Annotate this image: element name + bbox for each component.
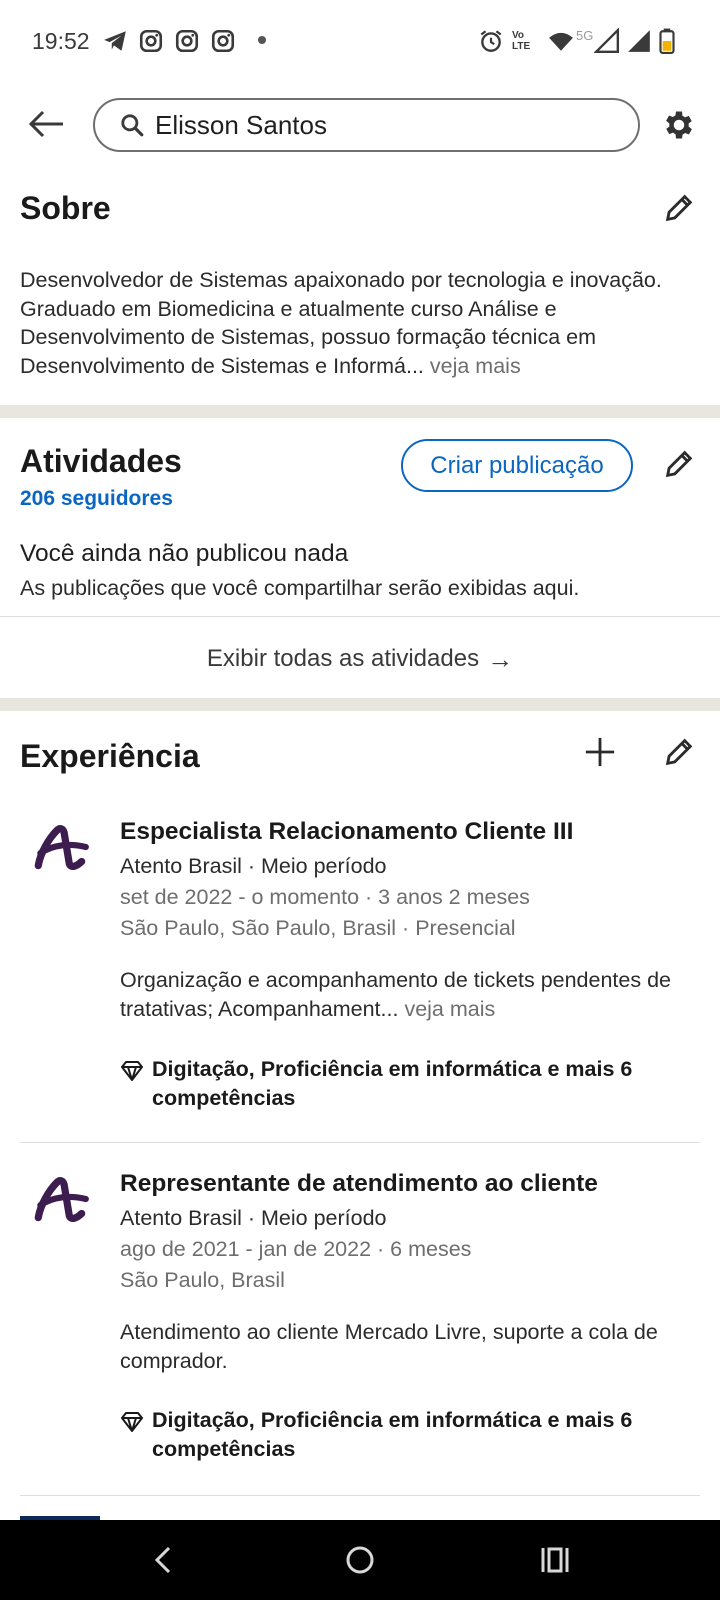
experience-location: São Paulo, São Paulo, Brasil · Presencia… (120, 916, 516, 940)
experience-description: Atendimento ao cliente Mercado Livre, su… (120, 1318, 700, 1375)
alarm-icon (480, 30, 502, 52)
experience-skills[interactable]: Digitação, Proficiência em informática e… (120, 1406, 700, 1463)
divider (20, 1495, 700, 1496)
show-all-activities-button[interactable]: Exibir todas as atividades → (0, 620, 720, 698)
skill-diamond-icon (121, 1412, 143, 1432)
about-body: Desenvolvedor de Sistemas apaixonado por… (20, 268, 662, 379)
show-all-activities-label: Exibir todas as atividades (206, 645, 480, 672)
activities-title: Atividades (20, 443, 182, 479)
section-divider (0, 698, 720, 711)
no-posts-subtitle: As publicações que você compartilhar ser… (20, 576, 580, 600)
experience-skills[interactable]: Digitação, Proficiência em informática e… (120, 1055, 700, 1112)
settings-button[interactable] (657, 103, 701, 147)
divider (0, 616, 720, 617)
followers-count-link[interactable]: 206 seguidores (20, 487, 173, 511)
experience-description-text: Organização e acompanhamento de tickets … (120, 968, 672, 1021)
experience-skills-text: Digitação, Proficiência em informática e… (152, 1057, 633, 1110)
experience-title: Experiência (20, 738, 200, 774)
no-posts-title: Você ainda não publicou nada (20, 540, 349, 567)
experience-skills-text: Digitação, Proficiência em informática e… (152, 1408, 633, 1461)
arrow-right-icon: → (487, 643, 514, 674)
recents-icon (541, 1547, 569, 1573)
pencil-icon (665, 194, 693, 222)
instagram-icon (175, 29, 199, 53)
instagram-icon (139, 29, 163, 53)
status-bar: 19:52 Vo LTE 5G (0, 0, 720, 84)
system-nav-bar (0, 1520, 720, 1600)
experience-period: set de 2022 - o momento · 3 anos 2 meses (120, 885, 530, 909)
plus-icon (585, 737, 615, 767)
about-see-more-link[interactable]: veja mais (430, 354, 521, 378)
network-5g-label: 5G (576, 28, 594, 43)
signal-icon (628, 30, 650, 52)
chevron-left-icon (154, 1546, 171, 1574)
experience-company: Atento Brasil · Meio período (120, 854, 387, 878)
arrow-left-icon (28, 110, 63, 138)
experience-company: Atento Brasil · Meio período (120, 1206, 387, 1230)
about-title: Sobre (20, 190, 111, 226)
add-experience-button[interactable] (578, 730, 622, 774)
experience-description-text: Atendimento ao cliente Mercado Livre, su… (120, 1320, 658, 1373)
experience-location: São Paulo, Brasil (120, 1268, 285, 1292)
telegram-icon (104, 31, 126, 51)
edit-experience-button[interactable] (657, 730, 701, 774)
about-text: Desenvolvedor de Sistemas apaixonado por… (20, 266, 706, 381)
signal-icon (594, 28, 620, 54)
gear-icon (666, 111, 692, 139)
nav-back-button[interactable] (133, 1530, 193, 1590)
experience-period: ago de 2021 - jan de 2022 · 6 meses (120, 1237, 472, 1261)
nav-home-button[interactable] (330, 1530, 390, 1590)
experience-title: Especialista Relacionamento Cliente III (120, 818, 574, 845)
divider (20, 1142, 700, 1143)
experience-see-more-link[interactable]: veja mais (404, 997, 495, 1021)
status-time: 19:52 (32, 28, 90, 54)
experience-description: Organização e acompanhamento de tickets … (120, 966, 700, 1023)
company-logo (34, 825, 89, 870)
experience-title: Representante de atendimento ao cliente (120, 1170, 598, 1197)
more-notifications-dot (258, 36, 266, 44)
pencil-icon (665, 450, 693, 478)
back-button[interactable] (22, 100, 70, 148)
search-icon (121, 114, 144, 137)
battery-icon (659, 28, 675, 54)
instagram-icon (211, 29, 235, 53)
home-circle-icon (346, 1546, 374, 1574)
edit-about-button[interactable] (657, 186, 701, 230)
create-post-button[interactable]: Criar publicação (401, 439, 633, 492)
skill-diamond-icon (121, 1061, 143, 1081)
company-logo (34, 1177, 89, 1222)
pencil-icon (665, 738, 693, 766)
volte-label: Vo LTE (512, 30, 531, 52)
edit-activities-button[interactable] (657, 442, 701, 486)
search-value: Elisson Santos (155, 109, 327, 140)
section-divider (0, 405, 720, 418)
search-input[interactable]: Elisson Santos (93, 98, 640, 152)
wifi-icon (549, 32, 573, 51)
nav-recents-button[interactable] (525, 1530, 585, 1590)
